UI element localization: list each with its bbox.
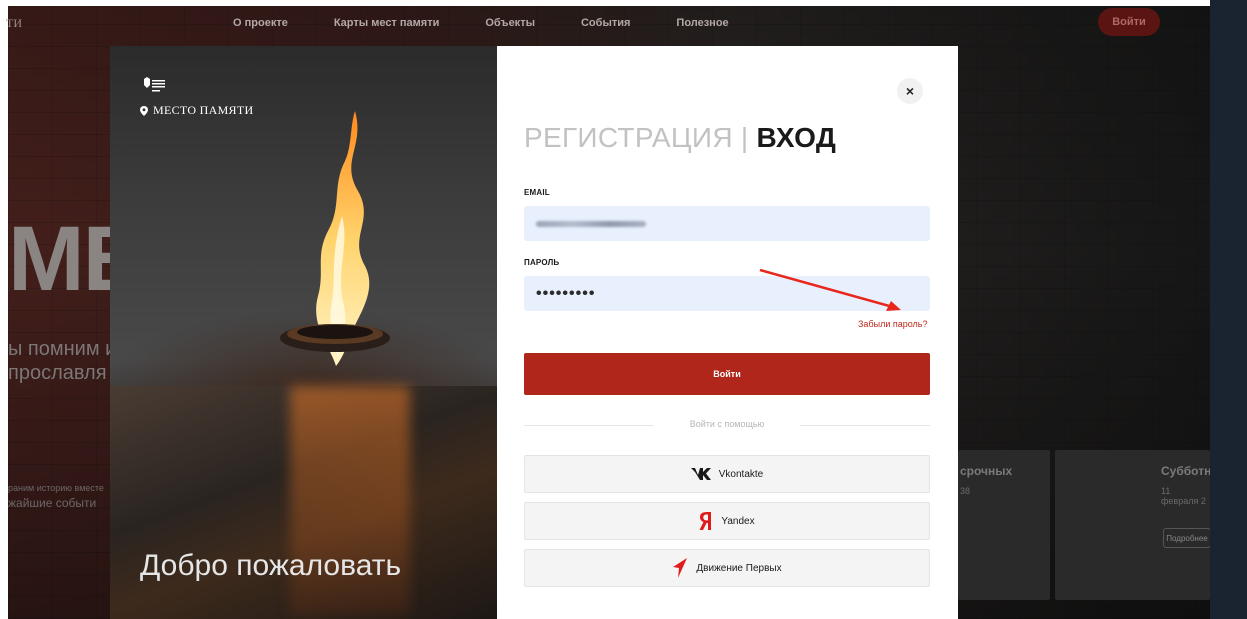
event-card-date: 11 февраля 2: [1161, 486, 1206, 506]
hero-subtitle-line1: ы помним и: [8, 338, 117, 360]
event-card-title: срочных: [960, 464, 1013, 478]
event-card-1[interactable]: срочных 38: [958, 450, 1050, 600]
email-field[interactable]: [524, 206, 930, 241]
tab-register[interactable]: РЕГИСТРАЦИЯ: [524, 122, 733, 153]
auth-modal: × РЕГИСТРАЦИЯ | ВХОД EMAIL ПАРОЛЬ ••••••••…: [497, 46, 958, 619]
nav-link-maps[interactable]: Карты мест памяти: [334, 17, 440, 29]
forgot-password-link[interactable]: Забыли пароль?: [858, 319, 927, 329]
tab-separator: |: [740, 122, 749, 153]
social-divider-text: Войти с помощью: [689, 419, 765, 429]
nav-link-events[interactable]: События: [581, 17, 630, 29]
yandex-icon: [699, 512, 712, 530]
login-submit-button[interactable]: Войти: [524, 353, 930, 395]
nav-links: О проекте Карты мест памяти Объекты Собы…: [233, 17, 775, 29]
vk-icon: [690, 468, 711, 480]
vk-label: Vkontakte: [718, 468, 764, 480]
email-label: EMAIL: [524, 188, 550, 197]
hero-small-text1: раним историю вместе: [8, 483, 104, 493]
close-icon: ×: [905, 83, 915, 99]
brand-title: МЕСТО ПАМЯТИ: [140, 103, 253, 118]
event-card-date: 38: [960, 486, 971, 496]
social-divider: Войти с помощью: [524, 419, 930, 429]
password-label: ПАРОЛЬ: [524, 258, 560, 267]
nav-login-button[interactable]: Войти: [1098, 8, 1160, 36]
email-value-redacted: [536, 220, 646, 227]
site-nav: О проекте Карты мест памяти Объекты Собы…: [0, 8, 1202, 36]
event-card-title: Субботн: [1161, 464, 1212, 478]
close-button[interactable]: ×: [897, 78, 923, 104]
welcome-text: Добро пожаловать: [140, 549, 402, 582]
tab-login[interactable]: ВХОД: [756, 122, 836, 153]
star-brazier-icon: [280, 324, 390, 352]
brand-text: МЕСТО ПАМЯТИ: [153, 103, 254, 117]
dvizhenie-pervykh-label: Движение Первых: [696, 562, 782, 574]
event-card-more-button[interactable]: Подробнее: [1163, 528, 1211, 548]
hero-small-text2: жайшие событи: [8, 496, 97, 510]
location-pin-icon: [140, 105, 148, 116]
browser-side-strip: [1210, 0, 1247, 619]
dvizhenie-pervykh-login-button[interactable]: Движение Первых: [524, 549, 930, 587]
event-card-2[interactable]: Субботн 11 февраля 2 Подробнее: [1055, 450, 1212, 600]
welcome-image-panel: МЕСТО ПАМЯТИ Добро пожаловать: [110, 46, 497, 619]
coat-of-arms-icon: [144, 77, 165, 92]
vk-login-button[interactable]: Vkontakte: [524, 455, 930, 493]
auth-tabs: РЕГИСТРАЦИЯ | ВХОД: [524, 122, 836, 154]
annotation-arrow-icon: [759, 268, 901, 311]
hero-subtitle-line2: прославля: [8, 362, 107, 384]
yandex-label: Yandex: [721, 515, 755, 527]
nav-link-useful[interactable]: Полезное: [676, 17, 728, 29]
dvizhenie-pervykh-icon: [673, 558, 688, 578]
yandex-login-button[interactable]: Yandex: [524, 502, 930, 540]
nav-link-about[interactable]: О проекте: [233, 17, 288, 29]
nav-link-objects[interactable]: Объекты: [485, 17, 535, 29]
